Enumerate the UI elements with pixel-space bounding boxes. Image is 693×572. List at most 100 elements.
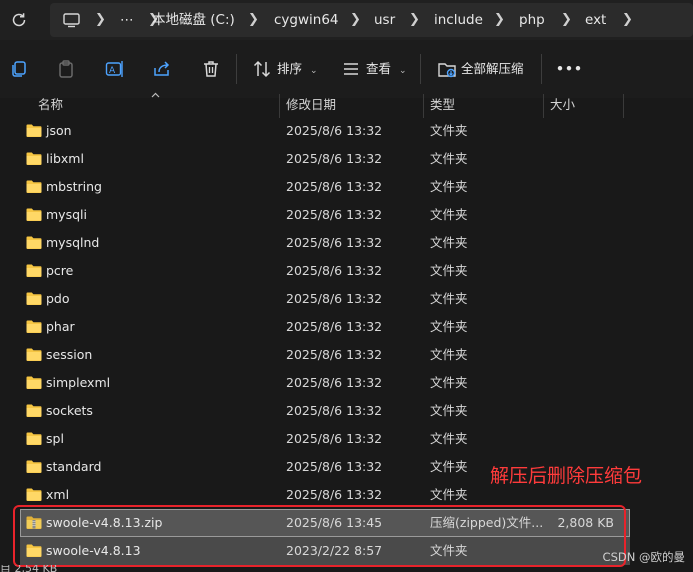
command-bar: A 排序 ⌄ 查看 ⌄ 全部解压缩 •••	[0, 40, 693, 98]
file-modified: 2025/8/6 13:32	[286, 375, 383, 390]
file-name: phar	[46, 319, 75, 334]
chevron-down-icon: ⌄	[310, 66, 318, 76]
rename-icon[interactable]: A	[105, 59, 125, 79]
chevron-right-icon[interactable]: ❯	[622, 3, 633, 37]
chevron-down-icon: ⌄	[399, 66, 407, 76]
file-row[interactable]: json 2025/8/6 13:32 文件夹	[20, 117, 630, 145]
breadcrumb-more[interactable]: ⋯	[120, 3, 135, 37]
column-divider[interactable]	[543, 94, 544, 118]
file-modified: 2025/8/6 13:32	[286, 347, 383, 362]
toolbar-divider	[420, 54, 421, 84]
file-type: 文件夹	[430, 151, 468, 166]
file-modified: 2025/8/6 13:32	[286, 123, 383, 138]
file-row[interactable]: mbstring 2025/8/6 13:32 文件夹	[20, 173, 630, 201]
file-row[interactable]: pcre 2025/8/6 13:32 文件夹	[20, 257, 630, 285]
view-icon	[344, 63, 358, 75]
breadcrumb-item-include[interactable]: include	[434, 3, 483, 37]
chevron-right-icon[interactable]: ❯	[248, 3, 259, 37]
breadcrumb-item-cygwin64[interactable]: cygwin64	[274, 3, 339, 37]
breadcrumb[interactable]: ❯ ⋯ ❯ 本地磁盘 (C:) ❯ cygwin64 ❯ usr ❯ inclu…	[50, 3, 693, 37]
annotation-text: 解压后删除压缩包	[490, 465, 643, 487]
file-row[interactable]: sockets 2025/8/6 13:32 文件夹	[20, 397, 630, 425]
folder-icon	[26, 460, 42, 476]
file-name: sockets	[46, 403, 93, 418]
folder-icon	[26, 376, 42, 392]
file-modified: 2025/8/6 13:32	[286, 179, 383, 194]
delete-icon[interactable]	[201, 59, 221, 79]
column-size[interactable]: 大小	[550, 92, 575, 120]
toolbar-divider	[236, 54, 237, 84]
sort-ascending-icon	[151, 92, 160, 98]
column-header: 名称 修改日期 类型 大小	[0, 92, 693, 120]
more-options-button[interactable]: •••	[556, 57, 583, 81]
folder-icon	[26, 488, 42, 504]
file-modified: 2025/8/6 13:32	[286, 207, 383, 222]
file-row[interactable]: spl 2025/8/6 13:32 文件夹	[20, 425, 630, 453]
folder-icon	[26, 404, 42, 420]
watermark: CSDN @欧的曼	[602, 550, 685, 564]
column-type[interactable]: 类型	[430, 92, 455, 120]
folder-icon	[26, 236, 42, 252]
chevron-right-icon[interactable]: ❯	[409, 3, 420, 37]
folder-icon	[26, 348, 42, 364]
chevron-right-icon[interactable]: ❯	[95, 3, 106, 37]
file-type: 文件夹	[430, 375, 468, 390]
column-name[interactable]: 名称	[38, 92, 63, 120]
folder-icon	[26, 208, 42, 224]
file-type: 文件夹	[430, 207, 468, 222]
file-row[interactable]: mysqlnd 2025/8/6 13:32 文件夹	[20, 229, 630, 257]
file-name: simplexml	[46, 375, 111, 390]
folder-icon	[26, 124, 42, 140]
file-modified: 2025/8/6 13:32	[286, 235, 383, 250]
copy-icon[interactable]	[9, 59, 29, 79]
file-name: spl	[46, 431, 64, 446]
extract-all-button[interactable]: 全部解压缩	[461, 57, 524, 81]
file-row[interactable]: pdo 2025/8/6 13:32 文件夹	[20, 285, 630, 313]
chevron-right-icon[interactable]: ❯	[350, 3, 361, 37]
address-bar: ❯ ⋯ ❯ 本地磁盘 (C:) ❯ cygwin64 ❯ usr ❯ inclu…	[0, 0, 693, 40]
computer-icon[interactable]	[63, 13, 80, 28]
breadcrumb-item-ext[interactable]: ext	[585, 3, 606, 37]
highlight-box	[13, 505, 626, 567]
file-row[interactable]: mysqli 2025/8/6 13:32 文件夹	[20, 201, 630, 229]
folder-icon	[26, 320, 42, 336]
file-row[interactable]: simplexml 2025/8/6 13:32 文件夹	[20, 369, 630, 397]
refresh-icon[interactable]	[10, 11, 28, 29]
file-type: 文件夹	[430, 403, 468, 418]
paste-icon	[59, 60, 73, 78]
folder-icon	[26, 432, 42, 448]
file-name: pdo	[46, 291, 70, 306]
chevron-right-icon[interactable]: ❯	[561, 3, 572, 37]
breadcrumb-item-usr[interactable]: usr	[374, 3, 395, 37]
breadcrumb-item-php[interactable]: php	[519, 3, 545, 37]
chevron-right-icon[interactable]: ❯	[494, 3, 505, 37]
file-type: 文件夹	[430, 291, 468, 306]
file-modified: 2025/8/6 13:32	[286, 431, 383, 446]
file-name: session	[46, 347, 93, 362]
folder-icon	[26, 292, 42, 308]
view-label: 查看	[366, 61, 392, 76]
file-type: 文件夹	[430, 179, 468, 194]
folder-icon	[26, 152, 42, 168]
breadcrumb-item-drive-c[interactable]: 本地磁盘 (C:)	[152, 3, 235, 37]
file-row[interactable]: session 2025/8/6 13:32 文件夹	[20, 341, 630, 369]
file-name: pcre	[46, 263, 74, 278]
sort-button[interactable]: 排序 ⌄	[277, 57, 318, 81]
column-divider[interactable]	[279, 94, 280, 118]
file-type: 文件夹	[430, 431, 468, 446]
column-divider[interactable]	[423, 94, 424, 118]
file-modified: 2025/8/6 13:32	[286, 403, 383, 418]
toolbar-divider	[541, 54, 542, 84]
folder-icon	[26, 180, 42, 196]
file-row[interactable]: libxml 2025/8/6 13:32 文件夹	[20, 145, 630, 173]
column-divider[interactable]	[623, 94, 624, 118]
file-name: standard	[46, 459, 102, 474]
file-modified: 2025/8/6 13:32	[286, 263, 383, 278]
file-name: mbstring	[46, 179, 102, 194]
column-modified[interactable]: 修改日期	[286, 92, 336, 120]
sort-icon	[253, 60, 271, 78]
share-icon[interactable]	[152, 59, 172, 79]
view-button[interactable]: 查看 ⌄	[366, 57, 407, 81]
file-row[interactable]: phar 2025/8/6 13:32 文件夹	[20, 313, 630, 341]
folder-icon	[26, 264, 42, 280]
